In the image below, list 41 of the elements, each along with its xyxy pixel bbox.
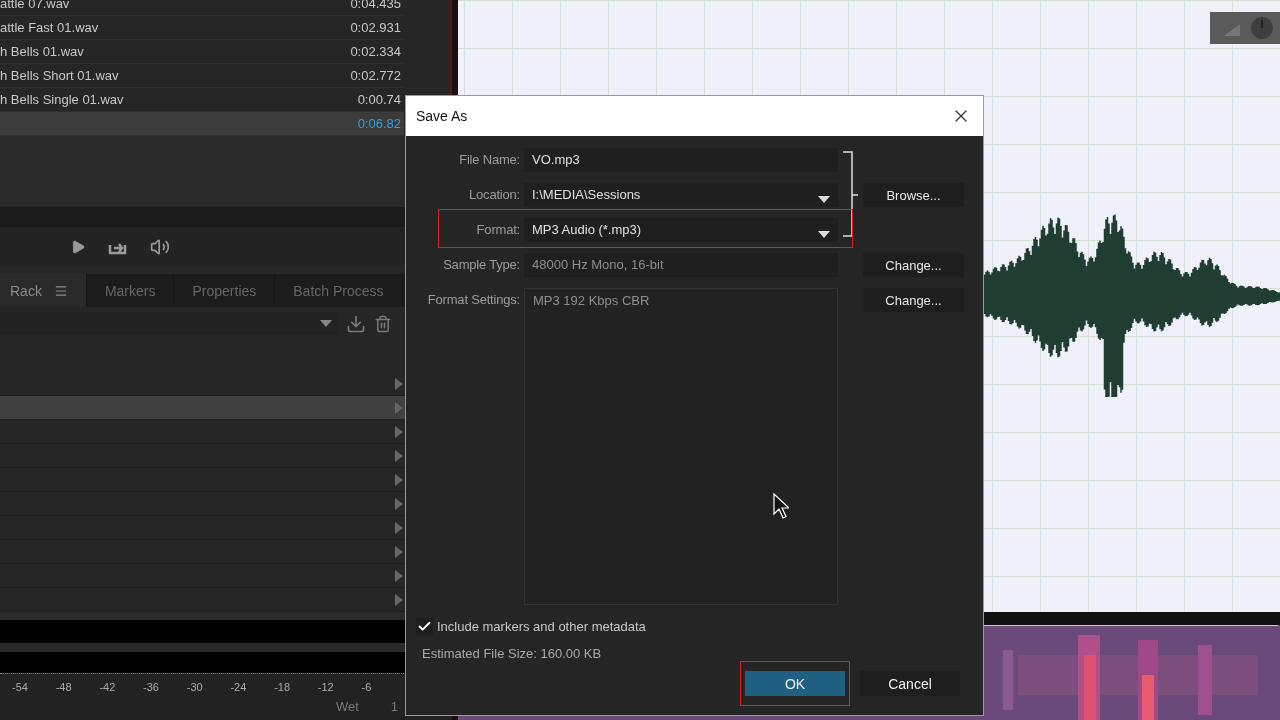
scale-label: -48 xyxy=(55,681,73,693)
field-label: Location: xyxy=(468,186,520,204)
input-field: 48000 Hz Mono, 16-bit xyxy=(524,253,838,277)
field-label: Format Settings: xyxy=(426,291,520,309)
file-name: h Bells 01.wav xyxy=(0,44,84,59)
checkbox-label: Include markers and other metadata xyxy=(437,619,646,634)
ok-button[interactable]: OK xyxy=(745,671,845,696)
scale-label: -12 xyxy=(317,681,335,693)
mix-value: 1 xyxy=(390,699,398,714)
file-duration: 0:06.82 xyxy=(357,116,401,131)
file-duration: 0:00.74 xyxy=(357,92,401,107)
change-button[interactable]: Change... xyxy=(863,253,964,277)
settings-box: MP3 192 Kbps CBR xyxy=(524,288,838,605)
dialog-title: Save As xyxy=(416,108,468,124)
dropdown-field[interactable]: MP3 Audio (*.mp3) xyxy=(524,218,838,242)
field-label: Sample Type: xyxy=(442,256,520,274)
scale-label: -18 xyxy=(274,681,292,693)
file-size-text: Estimated File Size: 160.00 KB xyxy=(422,646,602,661)
change-button[interactable]: Browse... xyxy=(863,183,964,207)
file-name: h Bells Single 01.wav xyxy=(0,92,124,107)
dropdown-field[interactable]: I:\MEDIA\Sessions xyxy=(524,183,838,207)
file-row[interactable]: 0:06.82 xyxy=(0,112,404,136)
panel-tab[interactable]: Rack xyxy=(0,274,87,307)
file-duration: 0:02.334 xyxy=(350,44,401,59)
scale-label: -42 xyxy=(99,681,117,693)
metadata-checkbox[interactable]: Include markers and other metadata xyxy=(416,618,646,635)
mix-label: Wet xyxy=(335,699,359,714)
field-label: File Name: xyxy=(458,151,520,169)
file-name: attle Fast 01.wav xyxy=(0,20,99,35)
scale-label: -24 xyxy=(230,681,248,693)
scale-label: -54 xyxy=(12,681,29,693)
scale-label: -30 xyxy=(186,681,204,693)
cancel-button[interactable]: Cancel xyxy=(860,671,960,696)
scale-label: -36 xyxy=(143,681,160,693)
input-field[interactable]: VO.mp3 xyxy=(524,148,838,172)
file-name: h Bells Short 01.wav xyxy=(0,68,119,83)
change-button[interactable]: Change... xyxy=(863,288,964,312)
file-duration: 0:02.772 xyxy=(350,68,401,83)
field-label: Format: xyxy=(475,221,520,239)
scale-label: -6 xyxy=(361,681,373,693)
file-duration: 0:02.931 xyxy=(350,20,401,35)
